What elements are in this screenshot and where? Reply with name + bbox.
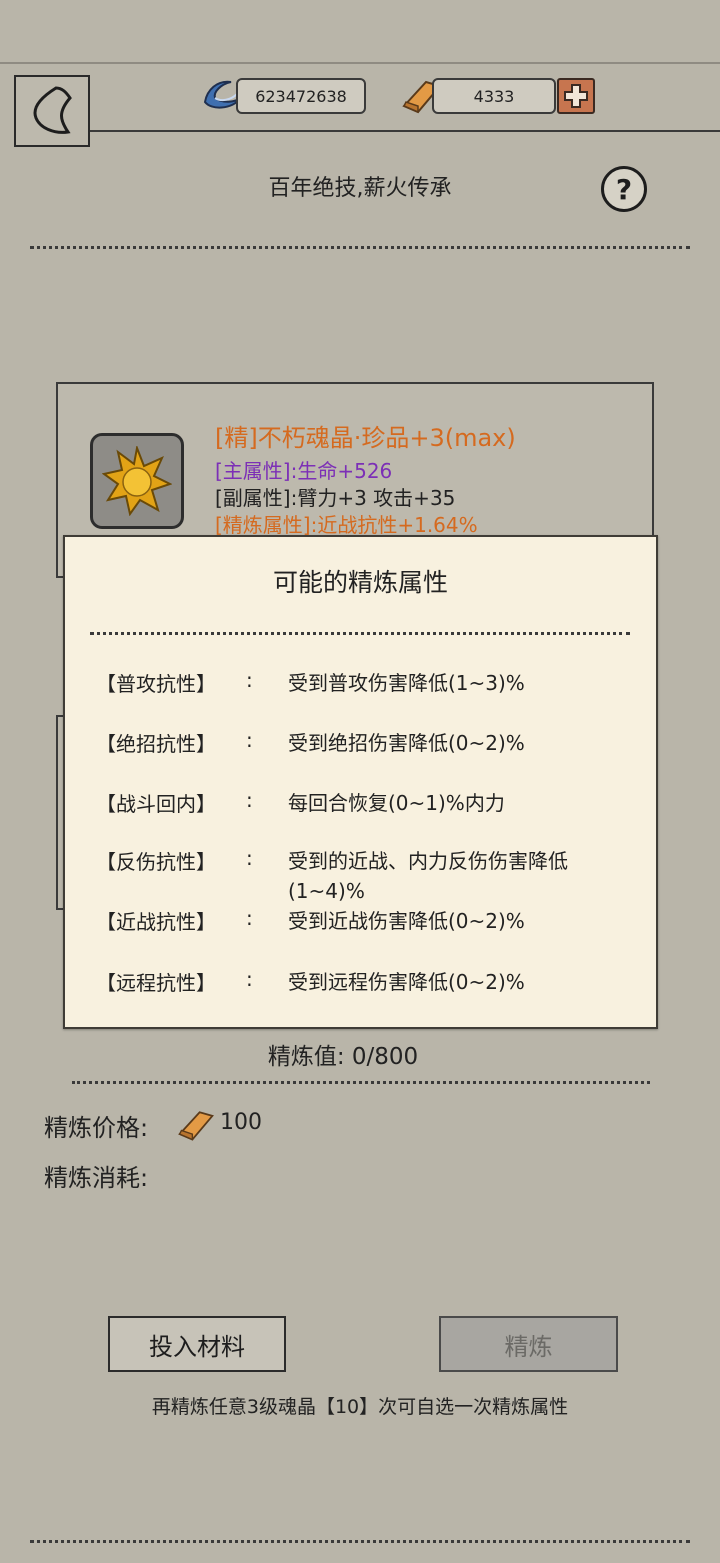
property-name: 【反伤抗性】: [96, 850, 216, 874]
plus-icon: [564, 84, 588, 108]
item-slot[interactable]: [90, 433, 184, 529]
refine-button-label: 精炼: [504, 1332, 553, 1361]
silver-amount: 623472638: [255, 86, 347, 106]
property-desc: 受到绝招伤害降低(0~2)%: [288, 731, 525, 755]
property-colon: :: [246, 788, 253, 812]
back-arrow-icon: [33, 86, 72, 134]
property-desc: 受到近战伤害降低(0~2)%: [288, 909, 525, 933]
property-colon: :: [246, 906, 253, 930]
add-material-label: 投入材料: [149, 1332, 245, 1361]
refine-hint: 再精炼任意3级魂晶【10】次可自选一次精炼属性: [151, 1396, 569, 1418]
property-desc: 受到普攻伤害降低(1~3)%: [288, 671, 525, 695]
refine-divider: [72, 1081, 650, 1084]
refine-button[interactable]: 精炼: [439, 1316, 618, 1372]
property-name: 【战斗回内】: [96, 792, 216, 816]
add-material-button[interactable]: 投入材料: [108, 1316, 286, 1372]
main-attribute: [主属性]:生命+526: [215, 459, 393, 483]
property-colon: :: [246, 846, 253, 870]
property-desc: 每回合恢复(0~1)%内力: [288, 791, 505, 815]
property-desc: 受到的近战、内力反伤伤害降低(1~4)%: [288, 849, 568, 903]
gold-bar-icon: [176, 1106, 216, 1144]
refine-value: 精炼值: 0/800: [267, 1044, 419, 1070]
property-name: 【远程抗性】: [96, 971, 216, 995]
popup-title: 可能的精炼属性: [272, 568, 448, 597]
refine-price-value: 100: [220, 1110, 262, 1135]
property-colon: :: [246, 668, 253, 692]
back-button[interactable]: [14, 75, 90, 147]
property-desc: 受到远程伤害降低(0~2)%: [288, 970, 525, 994]
item-name: [精]不朽魂晶·珍品+3(max): [215, 424, 516, 452]
property-name: 【近战抗性】: [96, 910, 216, 934]
gold-amount: 4333: [473, 86, 515, 106]
silver-currency-display: 623472638: [236, 78, 366, 114]
question-icon: ?: [615, 172, 633, 206]
property-colon: :: [246, 967, 253, 991]
refine-consume-label: 精炼消耗:: [44, 1164, 149, 1192]
property-name: 【普攻抗性】: [96, 672, 216, 696]
bottom-divider: [30, 1540, 690, 1543]
refine-price-label: 精炼价格:: [44, 1114, 149, 1142]
star-crystal-icon: [102, 446, 172, 516]
property-colon: :: [246, 728, 253, 752]
sub-attribute: [副属性]:臂力+3 攻击+35: [215, 486, 456, 510]
help-button[interactable]: ?: [601, 166, 647, 212]
top-divider: [0, 62, 720, 64]
title-divider: [30, 246, 690, 249]
popup-divider: [90, 632, 630, 635]
header-line: [90, 130, 720, 132]
refine-attribute: [精炼属性]:近战抗性+1.64%: [215, 513, 478, 537]
refine-properties-popup[interactable]: [63, 535, 658, 1029]
property-name: 【绝招抗性】: [96, 732, 216, 756]
gold-currency-display: 4333: [432, 78, 556, 114]
add-currency-button[interactable]: [557, 78, 595, 114]
